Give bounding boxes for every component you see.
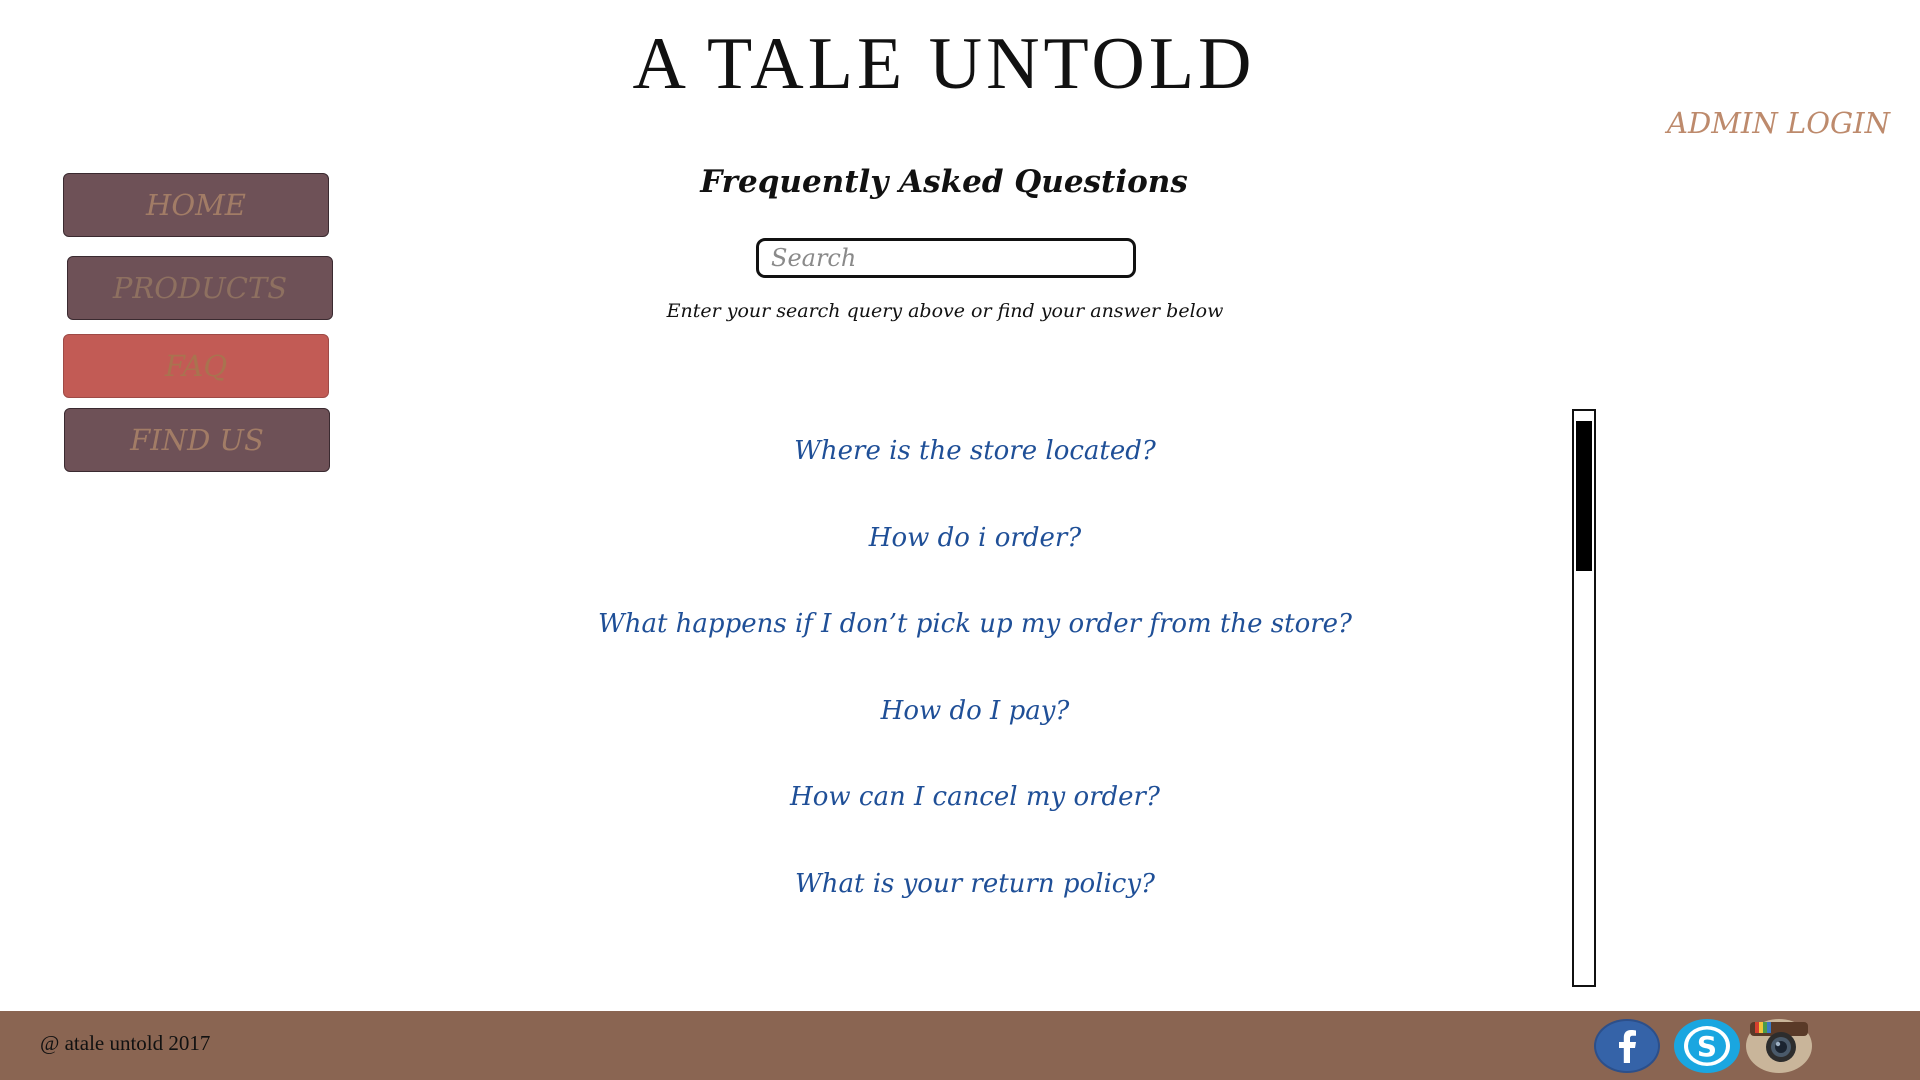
site-title: A TALE UNTOLD <box>632 23 1256 105</box>
copyright-text: @ atale untold 2017 <box>40 1031 211 1055</box>
facebook-icon[interactable] <box>1594 1019 1660 1073</box>
svg-text:S: S <box>1697 1030 1717 1063</box>
skype-icon[interactable]: S <box>1674 1019 1740 1073</box>
faq-heading: Frequently Asked Questions <box>700 164 1188 200</box>
instagram-icon[interactable] <box>1746 1019 1812 1073</box>
faq-question-link[interactable]: What happens if I don’t pick up my order… <box>0 609 1920 696</box>
nav-faq-button[interactable]: FAQ <box>63 334 329 398</box>
faq-question-list: Where is the store located? How do i ord… <box>0 436 1920 955</box>
faq-scrollbar[interactable] <box>1572 409 1596 987</box>
faq-question-link[interactable]: How can I cancel my order? <box>0 782 1920 869</box>
faq-question-link[interactable]: How do I pay? <box>0 696 1920 783</box>
search-input[interactable] <box>756 238 1136 278</box>
admin-login-link[interactable]: ADMIN LOGIN <box>1667 106 1890 140</box>
footer: @ atale untold 2017 S <box>0 1011 1920 1080</box>
faq-question-link[interactable]: How do i order? <box>0 523 1920 610</box>
faq-question-link[interactable]: What is your return policy? <box>0 869 1920 956</box>
search-hint: Enter your search query above or find yo… <box>666 300 1224 322</box>
faq-question-link[interactable]: Where is the store located? <box>0 436 1920 523</box>
scrollbar-thumb[interactable] <box>1576 421 1592 571</box>
